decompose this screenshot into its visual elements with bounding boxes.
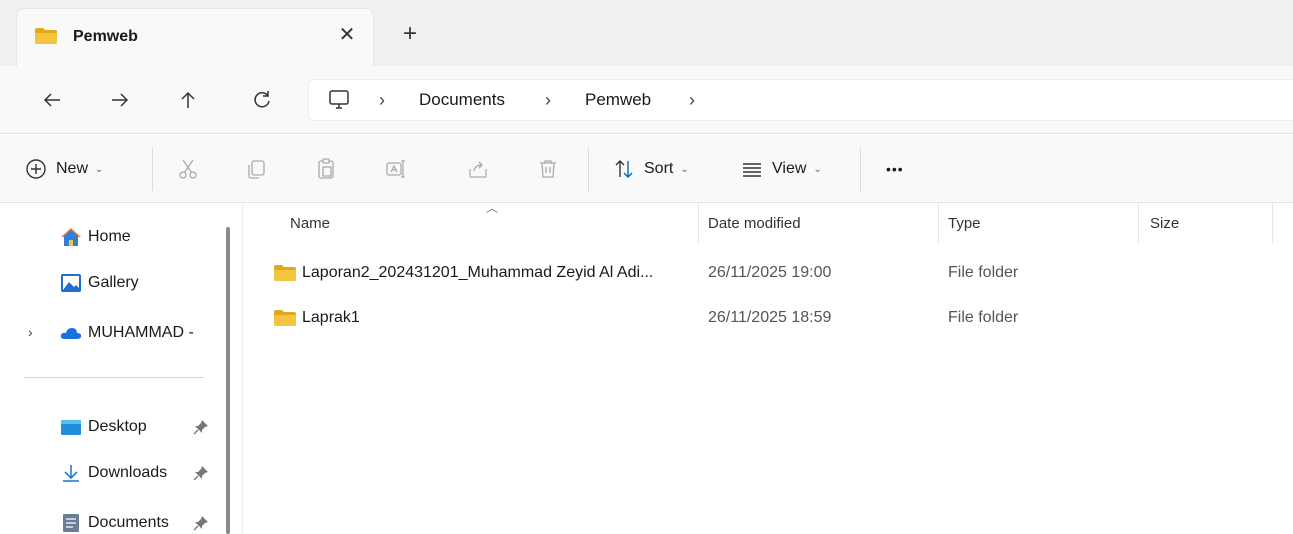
pin-icon[interactable]: [193, 465, 209, 481]
sidebar-scrollbar[interactable]: [226, 227, 230, 534]
folder-icon: [274, 265, 296, 281]
address-bar[interactable]: › Documents › Pemweb ›: [308, 79, 1293, 121]
sort-button[interactable]: Sort ⌄: [612, 155, 689, 183]
folder-icon: [274, 310, 296, 326]
delete-button[interactable]: [536, 155, 560, 183]
pane-splitter[interactable]: [242, 203, 243, 534]
sidebar-divider: [24, 377, 204, 378]
file-name: Laporan2_202431201_Muhammad Zeyid Al Adi…: [302, 264, 654, 281]
refresh-button[interactable]: [246, 84, 278, 116]
column-header-size[interactable]: Size: [1150, 215, 1179, 232]
breadcrumb-documents[interactable]: Documents: [419, 90, 505, 110]
column-divider[interactable]: [1138, 203, 1139, 243]
sidebar-item-label: Documents: [88, 514, 169, 531]
column-header-type[interactable]: Type: [948, 215, 981, 232]
new-button[interactable]: New ⌄: [24, 155, 103, 183]
file-list: ︿ Name Date modified Type Size Laporan2_…: [244, 201, 1293, 534]
table-row[interactable]: Laporan2_202431201_Muhammad Zeyid Al Adi…: [264, 255, 1274, 291]
view-list-icon: [743, 163, 761, 177]
table-row[interactable]: Laprak1 26/11/2025 18:59 File folder: [264, 300, 1274, 336]
sidebar-item-home[interactable]: Home: [0, 219, 220, 255]
share-icon: [469, 161, 487, 178]
file-date: 26/11/2025 19:00: [708, 264, 832, 281]
pc-icon: [329, 90, 349, 109]
new-tab-button[interactable]: +: [396, 20, 424, 48]
sidebar-item-label: Home: [88, 228, 131, 245]
file-name: Laprak1: [302, 309, 360, 326]
chevron-down-icon: ⌄: [95, 163, 104, 175]
chevron-down-icon: ⌄: [680, 163, 689, 175]
desktop-icon: [61, 420, 81, 435]
navigation-pane: Home Gallery › MUHAMMAD - Desktop Downlo…: [0, 203, 232, 534]
rename-icon: [386, 160, 405, 178]
divider: [860, 147, 861, 191]
file-date: 26/11/2025 18:59: [708, 309, 832, 326]
sidebar-item-label: Downloads: [88, 464, 168, 481]
sidebar-item-documents[interactable]: Documents: [0, 505, 220, 534]
new-label: New: [56, 160, 89, 177]
downloads-icon: [63, 465, 79, 482]
refresh-icon: [254, 91, 270, 108]
documents-icon: [63, 514, 79, 532]
onedrive-icon: [60, 328, 82, 339]
column-divider[interactable]: [938, 203, 939, 243]
divider: [152, 147, 153, 191]
back-button[interactable]: [36, 84, 68, 116]
sort-label: Sort: [644, 160, 674, 177]
arrow-left-icon: [43, 93, 60, 107]
tab-pemweb[interactable]: Pemweb ✕: [16, 8, 374, 66]
copy-icon: [248, 160, 265, 179]
arrow-right-icon: [112, 93, 129, 107]
tab-title: Pemweb: [73, 28, 138, 45]
breadcrumb-separator: ›: [379, 90, 385, 110]
cut-button[interactable]: [176, 155, 200, 183]
forward-button[interactable]: [104, 84, 136, 116]
copy-button[interactable]: [244, 155, 268, 183]
divider: [588, 147, 589, 191]
breadcrumb-pemweb[interactable]: Pemweb: [585, 90, 651, 110]
breadcrumb-separator: ›: [689, 90, 695, 110]
sidebar-item-desktop[interactable]: Desktop: [0, 409, 220, 445]
sidebar-item-label: Gallery: [88, 274, 139, 291]
column-divider[interactable]: [698, 203, 699, 243]
tab-strip: Pemweb ✕ +: [0, 0, 1293, 66]
more-icon: •••: [886, 161, 904, 177]
more-options-button[interactable]: •••: [886, 155, 904, 183]
paste-button[interactable]: [314, 155, 338, 183]
pin-icon[interactable]: [193, 515, 209, 531]
sidebar-item-downloads[interactable]: Downloads: [0, 455, 220, 491]
sidebar-item-label: MUHAMMAD -: [88, 324, 194, 341]
column-header-name[interactable]: Name: [290, 215, 330, 232]
arrow-up-icon: [181, 91, 195, 108]
trash-icon: [540, 160, 556, 178]
home-icon: [61, 228, 81, 246]
file-type: File folder: [948, 264, 1019, 281]
sort-icon: [615, 160, 633, 178]
view-button[interactable]: View ⌄: [740, 155, 822, 183]
scissors-icon: [179, 159, 197, 179]
command-bar: New ⌄ Sort ⌄ View ⌄ •••: [0, 135, 1293, 203]
sidebar-item-onedrive[interactable]: › MUHAMMAD -: [0, 315, 220, 351]
chevron-right-icon[interactable]: ›: [28, 324, 33, 340]
clipboard-icon: [318, 158, 334, 179]
sidebar-item-gallery[interactable]: Gallery: [0, 265, 220, 301]
sidebar-item-label: Desktop: [88, 418, 147, 435]
rename-button[interactable]: [384, 155, 408, 183]
share-button[interactable]: [466, 155, 490, 183]
column-divider[interactable]: [1272, 203, 1273, 243]
sort-ascending-icon: ︿: [486, 201, 499, 215]
file-type: File folder: [948, 309, 1019, 326]
plus-circle-icon: [26, 159, 46, 179]
breadcrumb-separator: ›: [545, 90, 551, 110]
column-header-date[interactable]: Date modified: [708, 215, 801, 232]
view-label: View: [772, 160, 807, 177]
up-button[interactable]: [172, 84, 204, 116]
close-tab-button[interactable]: ✕: [335, 23, 359, 47]
navigation-bar: › Documents › Pemweb ›: [0, 66, 1293, 134]
folder-icon: [35, 28, 57, 44]
chevron-down-icon: ⌄: [813, 163, 822, 175]
gallery-icon: [61, 274, 81, 292]
pin-icon[interactable]: [193, 419, 209, 435]
